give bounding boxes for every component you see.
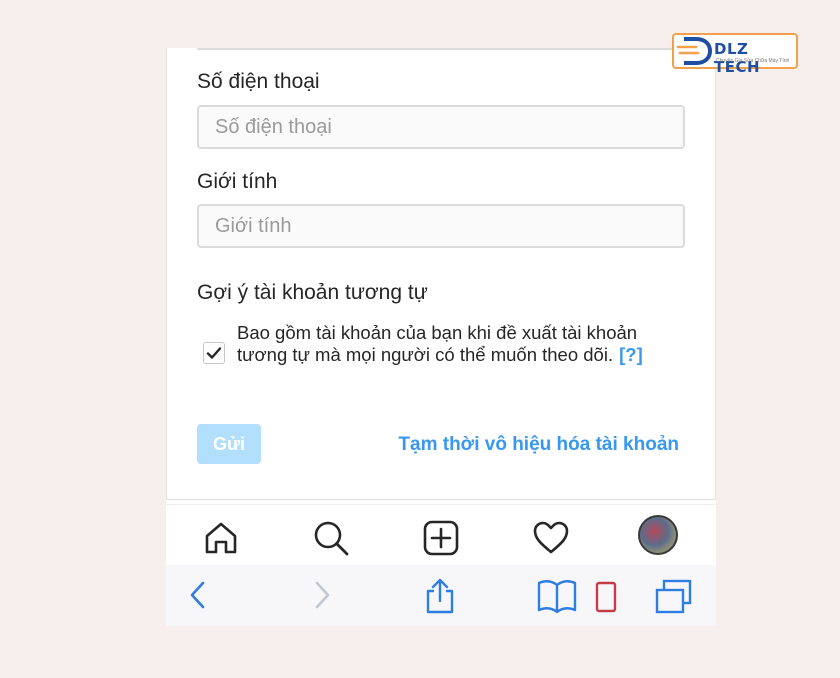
similar-accounts-checkbox[interactable] [203, 342, 225, 364]
phone-label: Số điện thoại [197, 70, 320, 93]
phone-input[interactable] [197, 105, 685, 149]
search-icon[interactable] [312, 519, 352, 559]
checkmark-icon [206, 347, 222, 359]
temporarily-disable-account-link[interactable]: Tạm thời vô hiệu hóa tài khoản [398, 434, 679, 456]
similar-accounts-text: Bao gồm tài khoản của bạn khi đề xuất tà… [237, 322, 638, 365]
tabs-icon[interactable] [654, 577, 694, 620]
previous-field-bottom-edge [197, 48, 685, 50]
activity-heart-icon[interactable] [532, 519, 572, 559]
back-icon[interactable] [186, 577, 210, 618]
submit-button[interactable]: Gửi [197, 424, 261, 464]
profile-avatar[interactable] [638, 515, 678, 555]
similar-accounts-title: Gợi ý tài khoản tương tự [197, 281, 428, 304]
phone-screen: Số điện thoại Giới tính Gợi ý tài khoản … [166, 48, 716, 626]
forward-icon[interactable] [310, 577, 334, 618]
share-icon[interactable] [422, 577, 458, 620]
watermark-logo: DLZ TECH Chuyên Gia Sửa Chữa Máy Tính [672, 33, 798, 76]
edit-profile-form: Số điện thoại Giới tính Gợi ý tài khoản … [166, 48, 716, 500]
watermark-tagline: Chuyên Gia Sửa Chữa Máy Tính [716, 58, 790, 64]
gender-label: Giới tính [197, 170, 278, 193]
bottom-tab-bar [166, 504, 716, 566]
reading-list-icon[interactable] [592, 577, 628, 620]
new-post-icon[interactable] [422, 519, 462, 559]
dlz-logo-icon [676, 37, 713, 65]
bookmarks-icon[interactable] [536, 577, 578, 620]
help-link[interactable]: [?] [619, 344, 643, 365]
browser-toolbar [166, 565, 716, 626]
gender-input[interactable] [197, 204, 685, 248]
home-icon[interactable] [202, 519, 242, 559]
similar-accounts-description: Bao gồm tài khoản của bạn khi đề xuất tà… [237, 322, 657, 366]
